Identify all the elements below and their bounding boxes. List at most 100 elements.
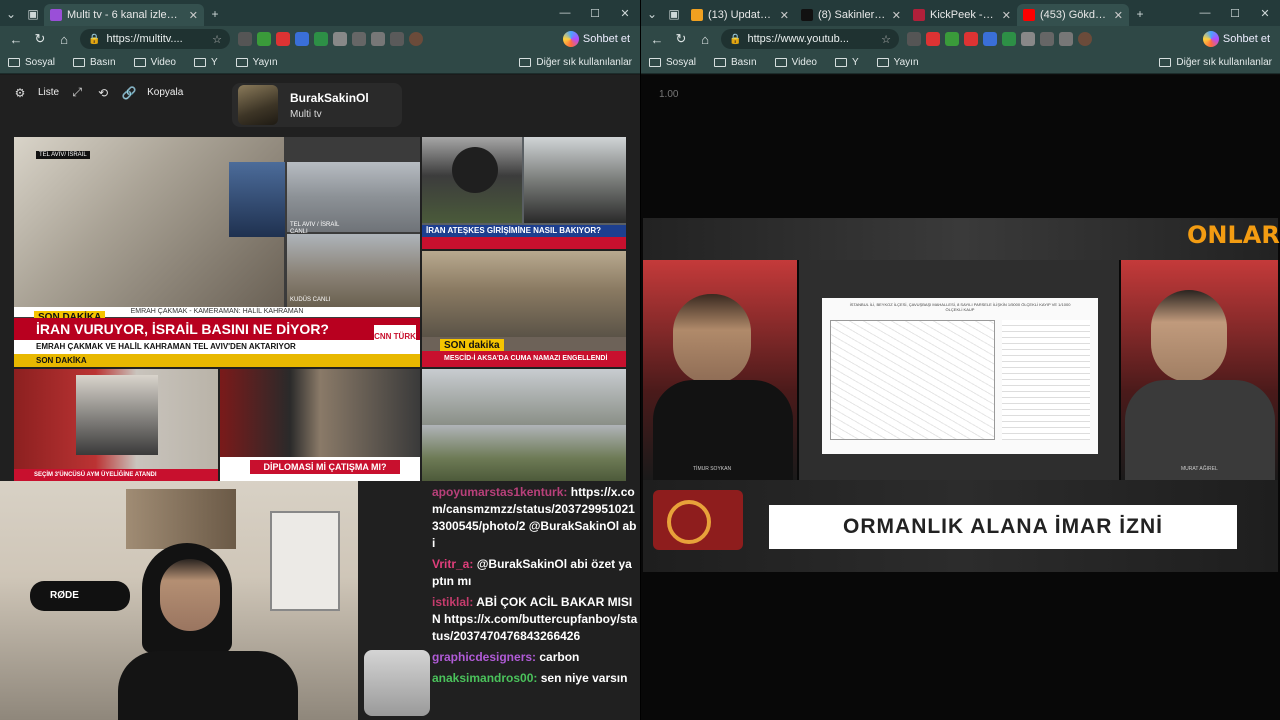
bookmark-folder[interactable]: Video: [133, 57, 176, 68]
other-bookmarks[interactable]: Diğer sık kullanılanlar: [1159, 57, 1272, 68]
extension-icon[interactable]: [276, 32, 290, 46]
right-tab-bar: ⌄ ▣ (13) Updates Iran wa ✕ (8) Sakinler …: [641, 0, 1280, 26]
bookmark-folder[interactable]: Sosyal: [649, 57, 696, 68]
home-icon[interactable]: ⌂: [52, 32, 76, 47]
maximize-icon[interactable]: ☐: [1220, 7, 1250, 20]
close-tab-icon[interactable]: ✕: [189, 9, 198, 22]
tab-kickpeek[interactable]: KickPeek - Kick.com ✕: [907, 4, 1017, 26]
new-tab-icon[interactable]: +: [204, 3, 226, 25]
copilot-chat-button[interactable]: Sohbet et: [1197, 31, 1276, 47]
close-tab-icon[interactable]: ✕: [780, 9, 789, 22]
close-tab-icon[interactable]: ✕: [1114, 9, 1123, 22]
extension-icon[interactable]: [926, 32, 940, 46]
back-icon[interactable]: ←: [645, 32, 669, 47]
reload-icon[interactable]: ↻: [669, 31, 693, 47]
list-button[interactable]: Liste: [38, 87, 59, 98]
url-text: https://www.youtub...: [747, 33, 849, 45]
bookmark-folder[interactable]: Sosyal: [8, 57, 55, 68]
tab-youtube[interactable]: (453) Gökdelenl ✕: [1017, 4, 1129, 26]
extension-icon[interactable]: [352, 32, 366, 46]
extension-icon[interactable]: [390, 32, 404, 46]
close-window-icon[interactable]: ✕: [1250, 7, 1280, 20]
close-tab-icon[interactable]: ✕: [1002, 9, 1011, 22]
tv-tile-cnnturk[interactable]: TEL AVIV / İSRAİL CANLI KUDÜS CANLI TEL …: [14, 137, 420, 367]
extension-icon[interactable]: [371, 32, 385, 46]
chat-username[interactable]: anaksimandros00:: [432, 671, 537, 685]
chat-username[interactable]: graphicdesigners:: [432, 650, 536, 664]
workspaces-icon[interactable]: ▣: [22, 3, 44, 25]
tv-tile-diplomasi[interactable]: DİPLOMASİ Mİ ÇATIŞMA MI?: [220, 369, 420, 481]
channel-card[interactable]: BurakSakinOl Multi tv: [232, 83, 402, 127]
wall-photos: [126, 489, 236, 549]
extension-icon[interactable]: [1021, 32, 1035, 46]
url-field[interactable]: 🔒 https://multitv.... ☆: [80, 29, 230, 49]
bookmark-folder[interactable]: Yayın: [235, 57, 278, 68]
magnifier-icon: [667, 500, 711, 544]
copilot-icon: [562, 31, 579, 47]
extension-icon[interactable]: [945, 32, 959, 46]
chat-username[interactable]: Vritr_a:: [432, 557, 473, 571]
extension-icon[interactable]: [964, 32, 978, 46]
profile-avatar[interactable]: [1078, 32, 1092, 46]
bookmark-folder[interactable]: Basın: [714, 57, 757, 68]
tab-updates-iran[interactable]: (13) Updates Iran wa ✕: [685, 4, 795, 26]
guest-body: [1125, 380, 1275, 480]
extension-icon[interactable]: [333, 32, 347, 46]
playback-speed: 1.00: [659, 89, 679, 100]
url-field[interactable]: 🔒 https://www.youtub... ☆: [721, 29, 899, 49]
tab-actions-icon[interactable]: ⌄: [641, 3, 663, 25]
extension-icon[interactable]: [314, 32, 328, 46]
youtube-player[interactable]: 1.00 ONLAR TİMUR SOYKAN İSTANBUL İLİ, BE…: [641, 75, 1280, 720]
chat-username[interactable]: apoyumarstas1kenturk:: [432, 485, 567, 499]
extension-icon[interactable]: [983, 32, 997, 46]
tab-title: (13) Updates Iran wa: [708, 9, 774, 21]
tab-actions-icon[interactable]: ⌄: [0, 3, 22, 25]
reload-icon[interactable]: ↻: [28, 31, 52, 47]
channel-name: BurakSakinOl: [290, 90, 369, 105]
history-icon[interactable]: ⟲: [95, 86, 111, 100]
extension-icon[interactable]: [257, 32, 271, 46]
close-tab-icon[interactable]: ✕: [892, 9, 901, 22]
extension-icon[interactable]: [238, 32, 252, 46]
tab-multitv[interactable]: Multi tv - 6 kanal izleniyor ✕: [44, 4, 204, 26]
debate-video: [220, 369, 420, 457]
settings-gear-icon[interactable]: ⚙: [12, 86, 28, 100]
favorite-star-icon[interactable]: ☆: [881, 33, 891, 46]
new-tab-icon[interactable]: +: [1129, 3, 1151, 25]
bookmark-folder[interactable]: Yayın: [876, 57, 919, 68]
copilot-chat-button[interactable]: Sohbet et: [557, 31, 636, 47]
profile-avatar[interactable]: [409, 32, 423, 46]
tv-tile-aym[interactable]: SEÇİM 3'ÜNCÜSÜ AYM ÜYELİĞİNE ATANDI: [14, 369, 218, 481]
tv-tile-skyline[interactable]: [422, 369, 626, 481]
loc-label: KUDÜS CANLI: [290, 297, 331, 303]
home-icon[interactable]: ⌂: [693, 32, 717, 47]
extension-icon[interactable]: [1040, 32, 1054, 46]
tv-tile-iran-ceasefire[interactable]: İRAN ATEŞKES GİRİŞİMİNE NASIL BAKIYOR?: [422, 137, 626, 249]
close-window-icon[interactable]: ✕: [610, 7, 640, 20]
youtube-favicon: [1023, 9, 1035, 21]
folder-icon: [8, 58, 20, 67]
favorite-star-icon[interactable]: ☆: [212, 33, 222, 46]
extension-icon[interactable]: [1002, 32, 1016, 46]
bookmark-folder[interactable]: Basın: [73, 57, 116, 68]
studio-header: [643, 218, 1278, 260]
right-browser-window: ⌄ ▣ (13) Updates Iran wa ✕ (8) Sakinler …: [641, 0, 1280, 720]
chat-username[interactable]: istiklal:: [432, 595, 473, 609]
extension-icon[interactable]: [907, 32, 921, 46]
bookmark-folder[interactable]: Y: [835, 57, 859, 68]
back-icon[interactable]: ←: [4, 32, 28, 47]
minimize-icon[interactable]: —: [550, 7, 580, 20]
minimize-icon[interactable]: —: [1190, 7, 1220, 20]
other-bookmarks[interactable]: Diğer sık kullanılanlar: [519, 57, 632, 68]
bookmark-folder[interactable]: Video: [774, 57, 817, 68]
tv-tile-aksa[interactable]: SON dakika MESCİD-İ AKSA'DA CUMA NAMAZI …: [422, 251, 626, 367]
extension-icon[interactable]: [295, 32, 309, 46]
workspaces-icon[interactable]: ▣: [663, 3, 685, 25]
extension-icon[interactable]: [1059, 32, 1073, 46]
link-icon[interactable]: 🔗: [121, 86, 137, 100]
tab-sakinler[interactable]: (8) Sakinler Topluluk ✕: [795, 4, 907, 26]
fullscreen-icon[interactable]: ⤢: [69, 85, 85, 100]
copy-button[interactable]: Kopyala: [147, 87, 183, 98]
bookmark-folder[interactable]: Y: [194, 57, 218, 68]
maximize-icon[interactable]: ☐: [580, 7, 610, 20]
